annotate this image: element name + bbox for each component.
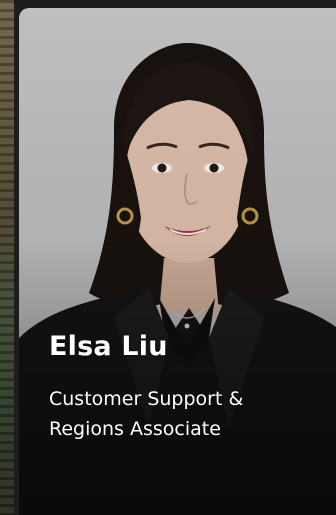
previous-card-edge[interactable] — [0, 0, 14, 515]
member-role: Customer Support & Regions Associate — [49, 388, 244, 440]
member-name: Elsa Liu — [49, 331, 168, 362]
team-member-carousel: Elsa Liu Customer Support & Regions Asso… — [0, 0, 336, 515]
member-info: Elsa Liu Customer Support & Regions Asso… — [49, 330, 309, 444]
